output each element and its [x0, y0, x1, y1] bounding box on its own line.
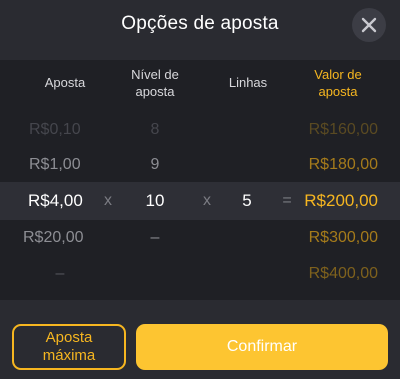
bet-level: –: [150, 229, 160, 246]
confirm-button[interactable]: Confirmar: [136, 324, 388, 370]
bet-lines: [222, 114, 272, 146]
bet-total-value: R$400,00: [308, 265, 378, 282]
bet-level: 8: [150, 121, 160, 138]
dialog-title: Opções de aposta: [121, 13, 279, 34]
bet-level: 10: [145, 191, 165, 210]
bet-total-value: R$160,00: [308, 121, 378, 138]
column-header-level: Nível de aposta: [131, 67, 179, 99]
bet-amount: R$1,00: [29, 156, 81, 173]
bet-amount: –: [55, 265, 65, 282]
bet-total-value: R$300,00: [308, 229, 378, 246]
bet-lines: [222, 222, 272, 254]
bet-level: [130, 258, 180, 290]
bet-row[interactable]: R$1,00 9 R$180,00: [0, 149, 400, 181]
bet-options-dialog: Opções de aposta Aposta Nível de aposta …: [0, 0, 400, 379]
close-button[interactable]: [352, 8, 386, 42]
bet-row[interactable]: R$20,00 – R$300,00: [0, 222, 400, 254]
bet-row-selected[interactable]: R$4,00 x 10 x 5 = R$200,00: [0, 182, 400, 220]
bet-lines: [222, 258, 272, 290]
column-headers: Aposta Nível de aposta Linhas Valor de a…: [0, 60, 400, 106]
max-bet-label: Aposta máxima: [42, 329, 96, 364]
multiply-operator: x: [104, 192, 112, 209]
bet-total-value: R$200,00: [304, 191, 378, 210]
bet-level: 9: [150, 156, 160, 173]
bet-amount: R$0,10: [29, 121, 81, 138]
column-header-lines: Linhas: [228, 75, 268, 90]
multiply-operator: x: [203, 192, 211, 209]
bet-row[interactable]: – R$400,00: [0, 258, 400, 290]
close-icon: [361, 17, 377, 33]
column-header-bet: Aposta: [44, 75, 86, 90]
column-header-bet-value: Valor de aposta: [314, 67, 362, 99]
dialog-footer: Aposta máxima Confirmar: [0, 300, 400, 379]
bet-row[interactable]: R$0,10 8 R$160,00: [0, 114, 400, 146]
max-bet-button[interactable]: Aposta máxima: [12, 324, 126, 370]
bet-total-value: R$180,00: [308, 156, 378, 173]
bet-amount: R$4,00: [28, 191, 83, 210]
confirm-label: Confirmar: [226, 338, 298, 355]
bet-amount: R$20,00: [23, 229, 84, 246]
bet-lines: [222, 149, 272, 181]
dialog-header: Opções de aposta: [0, 0, 400, 48]
bet-picker-panel[interactable]: Aposta Nível de aposta Linhas Valor de a…: [0, 60, 400, 300]
bet-lines: 5: [242, 191, 252, 210]
